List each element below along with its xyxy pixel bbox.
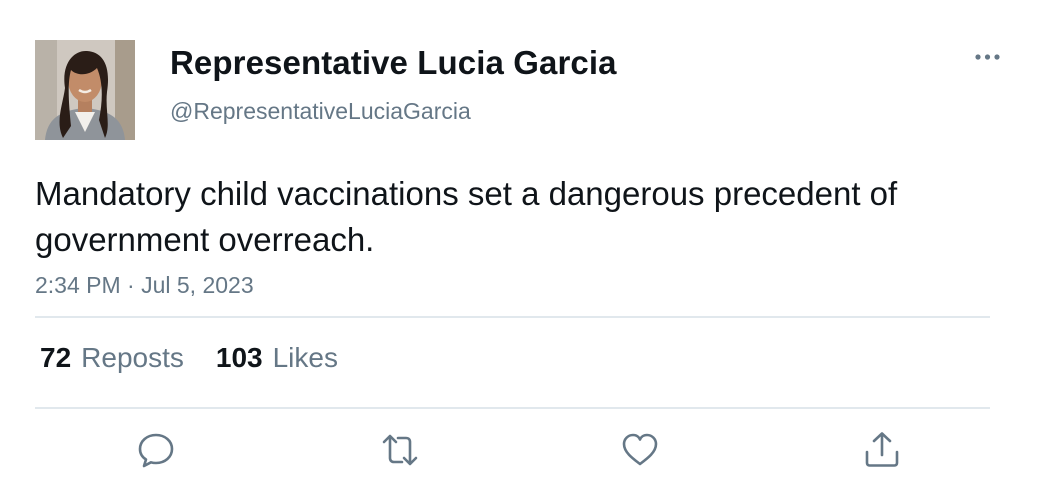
more-options-button[interactable] — [972, 44, 1006, 70]
tweet-text: Mandatory child vaccinations set a dange… — [35, 175, 898, 258]
avatar[interactable] — [35, 40, 135, 140]
heart-icon — [622, 433, 658, 466]
reposts-label: Reposts — [81, 342, 184, 373]
author-display-name[interactable]: Representative Lucia Garcia — [170, 44, 617, 82]
repost-button[interactable] — [380, 430, 420, 470]
avatar-image — [35, 40, 135, 140]
like-button[interactable] — [620, 430, 660, 470]
likes-count: 103 — [215, 342, 263, 373]
likes-label: Likes — [272, 342, 338, 373]
more-horizontal-icon — [975, 54, 1000, 60]
reposts-count: 72 — [40, 342, 72, 373]
tweet-timestamp[interactable]: 2:34 PM · Jul 5, 2023 — [35, 272, 254, 299]
likes-stat[interactable]: 103 Likes — [216, 342, 338, 374]
repost-icon — [382, 434, 418, 466]
share-button[interactable] — [862, 430, 902, 470]
reply-button[interactable] — [136, 430, 176, 470]
tweet-card: Representative Lucia Garcia @Representat… — [0, 0, 1050, 480]
reply-icon — [138, 433, 174, 468]
author-handle[interactable]: @RepresentativeLuciaGarcia — [170, 98, 471, 125]
share-icon — [865, 432, 899, 467]
divider — [35, 407, 990, 409]
engagement-stats: 72 Reposts 103 Likes — [40, 342, 338, 374]
reposts-stat[interactable]: 72 Reposts — [40, 342, 184, 374]
divider — [35, 316, 990, 318]
